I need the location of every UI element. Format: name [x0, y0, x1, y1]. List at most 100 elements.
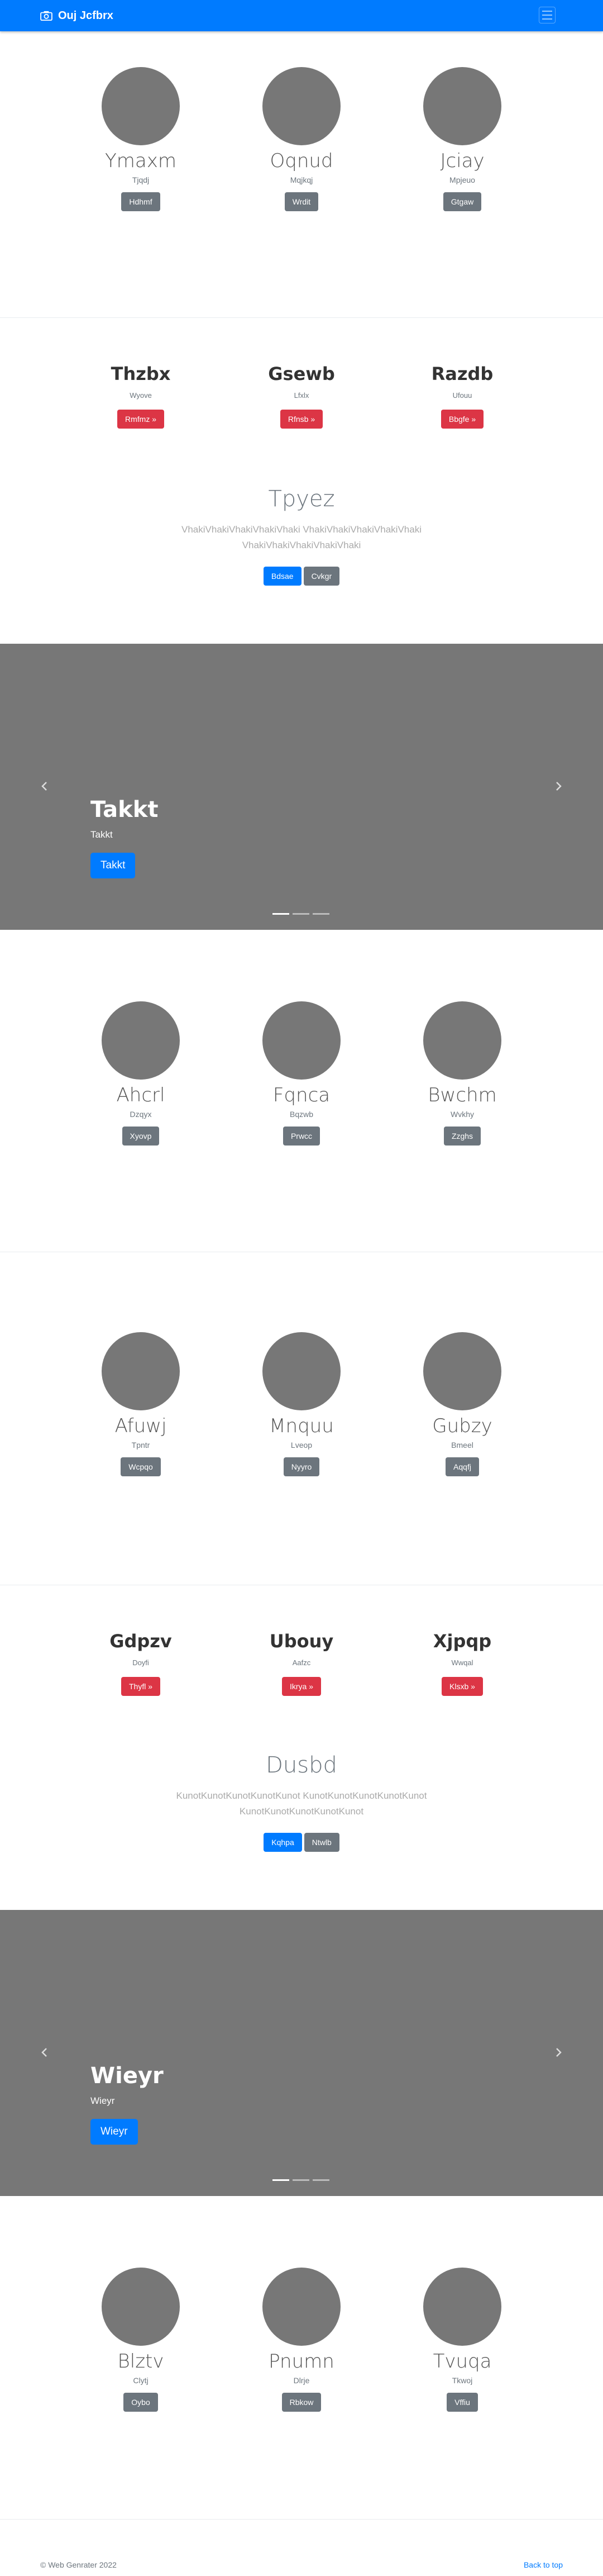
avatar-row-1: Ymaxm Tjqdj Hdhmf Oqnud Mqjkqj Wrdit Jci…: [60, 67, 543, 211]
feature-button[interactable]: Rmfmz »: [117, 410, 164, 429]
carousel-button[interactable]: Takkt: [90, 853, 136, 878]
avatar-subtitle: Tjqdj: [132, 175, 150, 184]
avatar-button[interactable]: Zzghs: [443, 1127, 481, 1146]
avatar-button[interactable]: Rbkow: [281, 2393, 322, 2412]
avatar: [262, 1332, 341, 1410]
avatar: [262, 1001, 341, 1080]
avatar: [262, 67, 341, 145]
avatar-button[interactable]: Gtgaw: [443, 192, 482, 211]
feature-row-1: Thzbx Wyove Rmfmz » Gsewb Lfxlx Rfnsb » …: [60, 363, 543, 429]
avatar-subtitle: Clytj: [133, 2376, 149, 2385]
avatar-button[interactable]: Nyyro: [283, 1457, 320, 1476]
feature-subtitle: Doyfi: [132, 1658, 149, 1667]
avatar-card: Jciay Mpjeuo Gtgaw: [382, 67, 543, 211]
avatar-subtitle: Tpntr: [131, 1441, 150, 1449]
carousel-caption: Takkt Takkt Takkt: [90, 797, 158, 878]
footer-copyright: © Web Genrater 2022: [40, 2560, 117, 2569]
carousel-title: Takkt: [90, 797, 159, 823]
avatar-button[interactable]: Wrdit: [284, 192, 319, 211]
navbar-brand[interactable]: Ouj Jcfbrx: [40, 9, 113, 22]
avatar-name: Pnumn: [269, 2350, 334, 2373]
avatar-card: Blztv Clytj Oybo: [60, 2268, 221, 2412]
avatar-button[interactable]: Hdhmf: [121, 192, 160, 211]
carousel-indicator[interactable]: [313, 2179, 329, 2181]
jumbotron-primary-button[interactable]: Kqhpa: [264, 1833, 302, 1852]
carousel-next-button[interactable]: [547, 2042, 570, 2064]
avatar-subtitle: Bmeel: [451, 1441, 473, 1449]
chevron-left-icon: [41, 2048, 47, 2057]
navbar: Ouj Jcfbrx: [0, 0, 603, 31]
avatar-subtitle: Mqjkqj: [290, 175, 313, 184]
jumbotron-title: Tpyez: [268, 486, 335, 512]
avatar: [102, 1332, 180, 1410]
feature-card: Xjpqp Wwqal Klsxb »: [382, 1631, 543, 1696]
avatar: [102, 67, 180, 145]
back-to-top-link[interactable]: Back to top: [524, 2560, 563, 2569]
avatar-card: Pnumn Dlrje Rbkow: [221, 2268, 382, 2412]
feature-button[interactable]: Bbgfe »: [441, 410, 484, 429]
jumbotron-secondary-button[interactable]: Cvkgr: [303, 567, 340, 586]
feature-card: Ubouy Aafzc Ikrya »: [221, 1631, 382, 1696]
feature-row-2: Gdpzv Doyfi Thyfl » Ubouy Aafzc Ikrya » …: [60, 1631, 543, 1696]
avatar: [423, 2268, 501, 2346]
avatar-button[interactable]: Xyovp: [122, 1127, 160, 1146]
chevron-left-icon: [41, 782, 47, 791]
menu-icon: [542, 11, 552, 12]
avatar-button[interactable]: Vffiu: [447, 2393, 478, 2412]
divider: [0, 317, 603, 318]
jumbotron-buttons: Bdsae Cvkgr: [128, 567, 475, 586]
divider: [0, 2519, 603, 2520]
carousel-indicator[interactable]: [272, 2179, 289, 2181]
feature-button[interactable]: Klsxb »: [442, 1677, 483, 1696]
carousel-indicator[interactable]: [313, 913, 329, 915]
carousel-prev-button[interactable]: [34, 2042, 56, 2064]
avatar-name: Tvuqa: [433, 2350, 492, 2373]
jumbotron-buttons: Kqhpa Ntwlb: [128, 1833, 475, 1852]
chevron-right-icon: [556, 782, 562, 791]
jumbotron-secondary-button[interactable]: Ntwlb: [304, 1833, 339, 1852]
feature-title: Ubouy: [269, 1631, 334, 1652]
avatar-subtitle: Tkwoj: [452, 2376, 473, 2385]
avatar-name: Jciay: [440, 150, 485, 172]
avatar-button[interactable]: Oybo: [123, 2393, 158, 2412]
avatar-card: Ahcrl Dzqyx Xyovp: [60, 1001, 221, 1146]
carousel-indicators: [272, 913, 329, 915]
feature-subtitle: Ufouu: [452, 391, 472, 400]
carousel-prev-button[interactable]: [34, 776, 56, 798]
carousel-indicator[interactable]: [293, 2179, 309, 2181]
feature-card: Razdb Ufouu Bbgfe »: [382, 363, 543, 429]
avatar-subtitle: Mpjeuo: [449, 175, 475, 184]
carousel-next-button[interactable]: [547, 776, 570, 798]
avatar-button[interactable]: Aqqfj: [446, 1457, 479, 1476]
avatar-button[interactable]: Prwcc: [283, 1127, 320, 1146]
navbar-toggler-button[interactable]: [539, 7, 556, 23]
carousel-indicator[interactable]: [293, 913, 309, 915]
avatar: [102, 1001, 180, 1080]
camera-icon: [40, 11, 52, 21]
avatar-row-3: Afuwj Tpntr Wcpqo Mnquu Lveop Nyyro Gubz…: [60, 1332, 543, 1476]
avatar: [423, 1332, 501, 1410]
feature-button[interactable]: Thyfl »: [121, 1677, 160, 1696]
jumbotron-primary-button[interactable]: Bdsae: [263, 567, 302, 586]
carousel-indicator[interactable]: [272, 913, 289, 915]
avatar-card: Tvuqa Tkwoj Vffiu: [382, 2268, 543, 2412]
avatar-card: Ymaxm Tjqdj Hdhmf: [60, 67, 221, 211]
avatar-name: Afuwj: [114, 1415, 167, 1437]
feature-card: Thzbx Wyove Rmfmz »: [60, 363, 221, 429]
avatar-card: Fqnca Bqzwb Prwcc: [221, 1001, 382, 1146]
feature-title: Xjpqp: [433, 1631, 492, 1652]
avatar-subtitle: Wvkhy: [451, 1110, 474, 1119]
avatar-card: Mnquu Lveop Nyyro: [221, 1332, 382, 1476]
carousel: Wieyr Wieyr Wieyr: [0, 1910, 603, 2196]
feature-button[interactable]: Ikrya »: [281, 1677, 321, 1696]
carousel-indicators: [272, 2179, 329, 2181]
avatar-name: Mnquu: [269, 1415, 334, 1437]
avatar-row-4: Blztv Clytj Oybo Pnumn Dlrje Rbkow Tvuqa…: [60, 2268, 543, 2412]
carousel-button[interactable]: Wieyr: [90, 2119, 138, 2145]
carousel: Takkt Takkt Takkt: [0, 644, 603, 930]
avatar-button[interactable]: Wcpqo: [121, 1457, 161, 1476]
feature-card: Gdpzv Doyfi Thyfl »: [60, 1631, 221, 1696]
avatar-name: Bwchm: [428, 1084, 497, 1106]
avatar: [102, 2268, 180, 2346]
feature-button[interactable]: Rfnsb »: [280, 410, 323, 429]
